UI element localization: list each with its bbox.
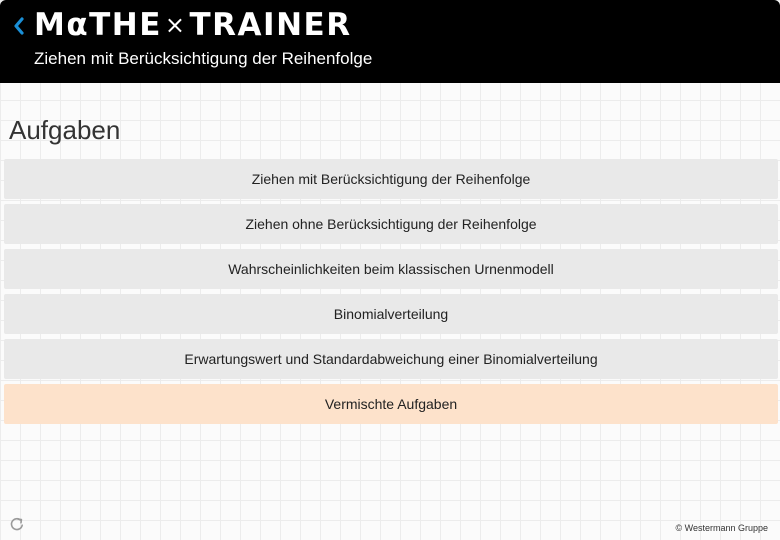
task-item[interactable]: Ziehen mit Berücksichtigung der Reihenfo… [4, 159, 778, 199]
back-button[interactable] [10, 14, 28, 38]
task-list: Ziehen mit Berücksichtigung der Reihenfo… [4, 159, 778, 429]
chevron-left-icon [14, 17, 24, 35]
task-item[interactable]: Wahrscheinlichkeiten beim klassischen Ur… [4, 249, 778, 289]
page-title: Aufgaben [9, 115, 121, 145]
app-header: MαTHE × TRAINER Ziehen mit Berücksichtig… [0, 0, 780, 83]
logo-part-mathe: MαTHE [34, 7, 162, 43]
logo-separator: × [164, 11, 187, 39]
task-item-highlighted[interactable]: Vermischte Aufgaben [4, 384, 778, 424]
logo-part-trainer: TRAINER [189, 7, 352, 43]
header-subtitle: Ziehen mit Berücksichtigung der Reihenfo… [34, 49, 373, 68]
refresh-icon [10, 517, 23, 531]
copyright-text: © Westermann Gruppe [675, 523, 768, 533]
mathe-trainer-logo: MαTHE × TRAINER [34, 9, 352, 41]
task-item[interactable]: Binomialverteilung [4, 294, 778, 334]
refresh-button[interactable] [9, 516, 25, 532]
task-item[interactable]: Erwartungswert und Standardabweichung ei… [4, 339, 778, 379]
task-item[interactable]: Ziehen ohne Berücksichtigung der Reihenf… [4, 204, 778, 244]
